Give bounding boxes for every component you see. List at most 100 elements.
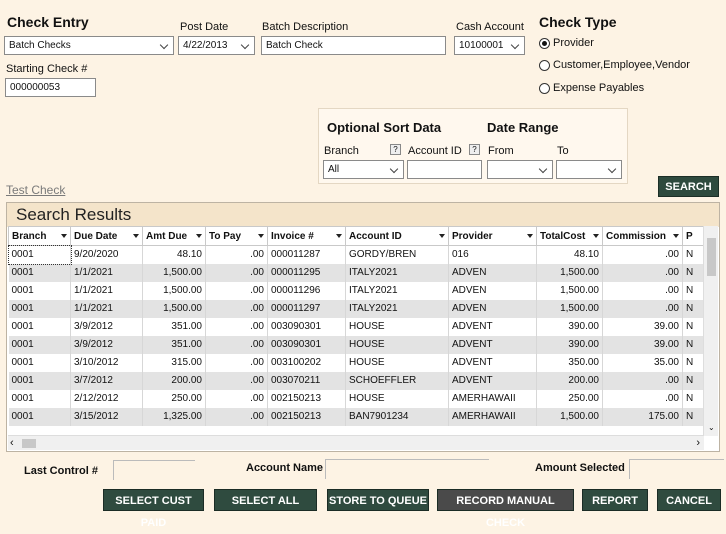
col-to-pay[interactable]: To Pay (205, 226, 268, 246)
table-cell[interactable]: N (682, 317, 704, 336)
starting-check-field[interactable]: 000000053 (5, 78, 96, 97)
date-to-select[interactable] (556, 160, 622, 179)
table-cell[interactable]: AMERHAWAII (448, 407, 537, 426)
table-cell[interactable]: SCHOEFFLER (345, 371, 449, 390)
table-row[interactable]: 0001 3/7/2012 200.00.00 003070211 SCHOEFFLER… (8, 371, 704, 390)
account-name-field[interactable] (325, 459, 489, 479)
table-cell[interactable]: ADVENT (448, 353, 537, 372)
table-cell[interactable]: 3/10/2012 (70, 353, 143, 372)
table-cell[interactable]: 0001 (8, 389, 71, 408)
table-cell[interactable]: .00 (205, 407, 268, 426)
table-cell[interactable]: .00 (205, 371, 268, 390)
table-cell[interactable]: 250.00 (536, 389, 603, 408)
table-cell[interactable]: N (682, 389, 704, 408)
table-cell[interactable]: 1,325.00 (142, 407, 206, 426)
batch-description-field[interactable]: Batch Check (261, 36, 446, 55)
table-cell[interactable]: N (682, 407, 704, 426)
table-cell[interactable]: N (682, 245, 704, 264)
table-cell[interactable]: ITALY2021 (345, 299, 449, 318)
table-cell[interactable]: 1/1/2021 (70, 299, 143, 318)
table-cell[interactable]: 3/9/2012 (70, 317, 143, 336)
table-row[interactable]: 0001 9/20/2020 48.10.00 000011287 GORDY/BREN… (7, 244, 704, 265)
store-to-queue-button[interactable]: STORE TO QUEUE (327, 489, 429, 511)
table-row[interactable]: 0001 3/9/2012 351.00.00 003090301 HOUSE ADVEN… (8, 317, 704, 336)
search-button[interactable]: SEARCH (658, 176, 719, 197)
table-cell[interactable]: .00 (602, 299, 683, 318)
col-due-date[interactable]: Due Date (70, 226, 143, 246)
table-cell[interactable]: .00 (602, 281, 683, 300)
table-cell[interactable]: 200.00 (142, 371, 206, 390)
radio-customer-employee-vendor[interactable]: Customer,Employee,Vendor (539, 59, 690, 71)
table-cell[interactable]: ADVEN (448, 281, 537, 300)
table-cell[interactable]: 000011297 (267, 299, 346, 318)
table-cell[interactable]: 016 (448, 245, 537, 264)
col-total-cost[interactable]: TotalCost (536, 226, 603, 246)
date-from-select[interactable] (487, 160, 553, 179)
table-cell[interactable]: GORDY/BREN (345, 245, 449, 264)
table-cell[interactable]: 39.00 (602, 335, 683, 354)
table-cell[interactable]: 1,500.00 (142, 263, 206, 282)
col-provider[interactable]: Provider (448, 226, 537, 246)
table-cell[interactable]: .00 (205, 299, 268, 318)
table-cell[interactable]: 3/9/2012 (70, 335, 143, 354)
table-cell[interactable]: 0001 (8, 299, 71, 318)
table-cell[interactable]: 2/12/2012 (70, 389, 143, 408)
scroll-left-icon[interactable]: ‹ (10, 436, 14, 450)
table-cell[interactable]: 200.00 (536, 371, 603, 390)
account-id-field[interactable] (407, 160, 482, 179)
table-cell[interactable]: 003070211 (267, 371, 346, 390)
table-cell[interactable]: N (682, 371, 704, 390)
table-cell[interactable]: HOUSE (345, 389, 449, 408)
table-cell[interactable]: 48.10 (142, 245, 206, 264)
test-check-link[interactable]: Test Check (6, 183, 65, 197)
cancel-button[interactable]: CANCEL (657, 489, 721, 511)
select-cust-paid-button[interactable]: SELECT CUST PAID (103, 489, 204, 529)
table-cell[interactable]: 48.10 (536, 245, 603, 264)
table-cell[interactable]: 351.00 (142, 335, 206, 354)
branch-help-icon[interactable]: ? (390, 144, 401, 155)
table-cell[interactable]: 315.00 (142, 353, 206, 372)
table-cell[interactable]: 1,500.00 (536, 281, 603, 300)
table-cell[interactable]: 1,500.00 (536, 263, 603, 282)
table-cell[interactable]: 1,500.00 (536, 407, 603, 426)
table-cell[interactable]: 350.00 (536, 353, 603, 372)
table-cell[interactable]: 9/20/2020 (70, 245, 143, 264)
table-row[interactable]: 0001 1/1/2021 1,500.00.00 000011296 ITALY202… (8, 281, 704, 300)
table-cell[interactable]: ADVENT (448, 335, 537, 354)
results-vertical-scrollbar[interactable]: ⌄ (703, 226, 718, 436)
table-row[interactable]: 0001 2/12/2012 250.00.00 002150213 HOUSE AMER… (8, 389, 704, 408)
table-cell[interactable]: .00 (205, 317, 268, 336)
table-row[interactable]: 0001 3/10/2012 315.00.00 003100202 HOUSE ADVE… (8, 353, 704, 372)
col-account-id[interactable]: Account ID (345, 226, 449, 246)
table-row[interactable]: 0001 1/1/2021 1,500.00.00 000011297 ITALY202… (8, 299, 704, 318)
table-cell[interactable]: .00 (602, 371, 683, 390)
col-branch[interactable]: Branch (8, 226, 71, 246)
batch-type-select[interactable]: Batch Checks (4, 36, 174, 55)
h-scroll-thumb[interactable] (22, 439, 36, 448)
table-cell[interactable]: N (682, 353, 704, 372)
table-cell[interactable]: 003090301 (267, 317, 346, 336)
table-row[interactable]: 0001 3/15/2012 1,325.00.00 002150213 BAN7901… (8, 407, 704, 426)
last-control-field[interactable] (113, 460, 195, 480)
select-all-button[interactable]: SELECT ALL (214, 489, 317, 511)
table-cell[interactable]: 390.00 (536, 335, 603, 354)
table-cell[interactable]: 0001 (8, 353, 71, 372)
table-cell[interactable]: ITALY2021 (345, 281, 449, 300)
table-cell[interactable]: 0001 (7, 244, 72, 265)
branch-select[interactable]: All (323, 160, 404, 179)
table-cell[interactable]: 0001 (8, 263, 71, 282)
table-cell[interactable]: 000011295 (267, 263, 346, 282)
table-cell[interactable]: 1,500.00 (536, 299, 603, 318)
table-cell[interactable]: BAN7901234 (345, 407, 449, 426)
post-date-field[interactable]: 4/22/2013 (178, 36, 255, 55)
table-cell[interactable]: N (682, 335, 704, 354)
table-cell[interactable]: .00 (205, 389, 268, 408)
table-cell[interactable]: 250.00 (142, 389, 206, 408)
report-button[interactable]: REPORT (582, 489, 648, 511)
table-cell[interactable]: ADVENT (448, 371, 537, 390)
table-cell[interactable]: 002150213 (267, 407, 346, 426)
table-cell[interactable]: .00 (205, 281, 268, 300)
col-amt-due[interactable]: Amt Due (142, 226, 206, 246)
scroll-right-icon[interactable]: › (696, 436, 700, 450)
table-cell[interactable]: 39.00 (602, 317, 683, 336)
